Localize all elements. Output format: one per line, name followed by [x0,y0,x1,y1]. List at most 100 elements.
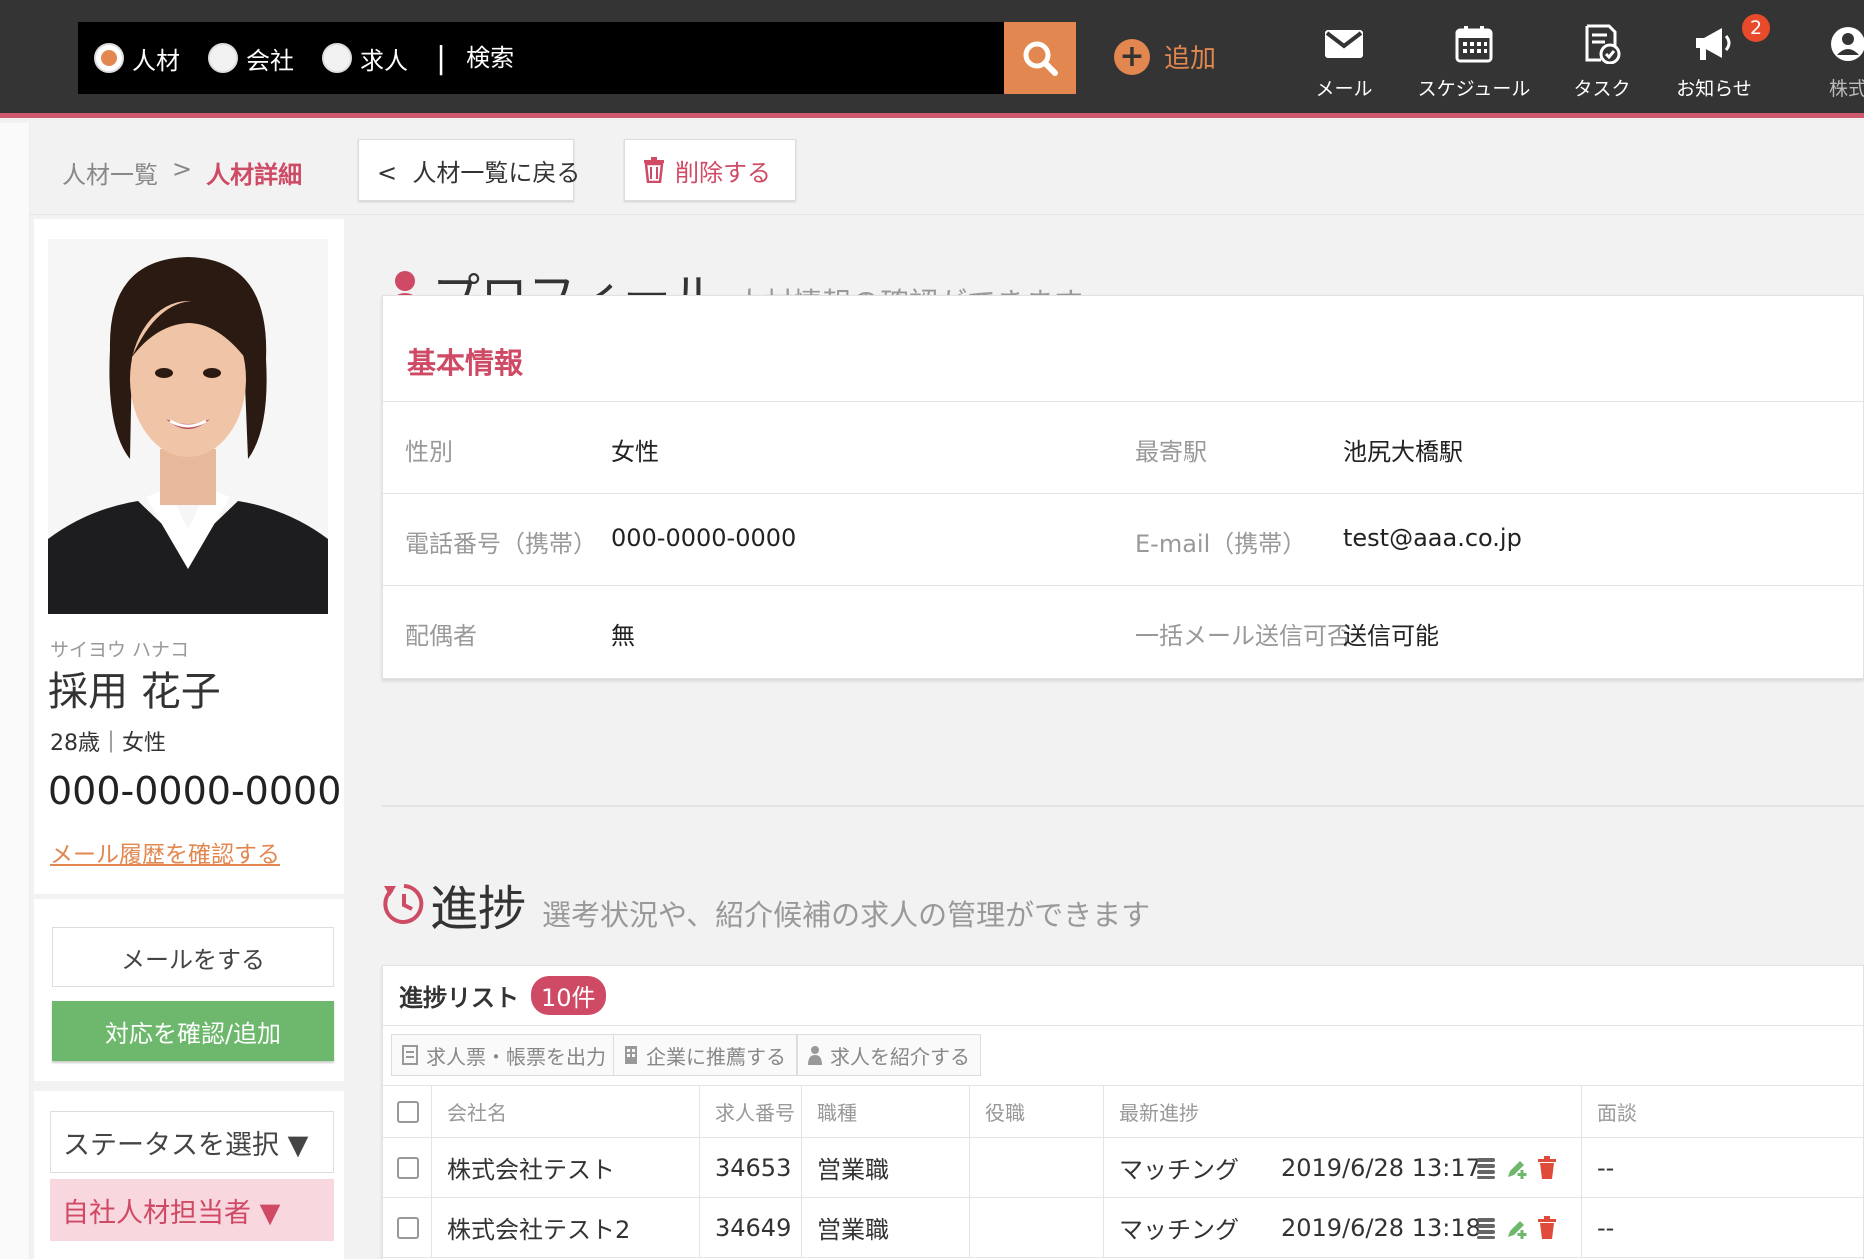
position-cell [971,1138,985,1197]
search-type-label: 人材 [132,46,180,75]
status-select[interactable]: ステータスを選択 ▼ [50,1111,334,1173]
person-photo-illustration [48,239,328,614]
edit-add-icon[interactable] [1505,1216,1529,1240]
search-input[interactable] [466,44,887,72]
edit-add-icon[interactable] [1505,1156,1529,1180]
delete-button[interactable]: 削除する [624,139,796,201]
status-select-label: ステータスを選択 ▼ [63,1129,309,1161]
introduce-job-button[interactable]: 求人を紹介する [797,1034,981,1076]
search-type-job[interactable]: 求人 [322,41,408,76]
info-label: 電話番号（携帯） [405,530,597,558]
progress-toolbar: 求人票・帳票を出力 企業に推薦する 求人を紹介する [383,1026,1863,1086]
breadcrumb-parent[interactable]: 人材一覧 [62,155,158,190]
breadcrumb-separator: > [172,155,193,183]
search-type-talent[interactable]: 人材 [94,41,180,76]
profile-phone: 000-0000-0000 [48,769,342,813]
row-checkbox[interactable] [397,1156,419,1179]
owner-select[interactable]: 自社人材担当者 ▼ [50,1179,334,1241]
add-label: 追加 [1164,44,1217,74]
breadcrumb-row: 人材一覧 > 人材詳細 < 人材一覧に戻る 削除する [30,123,1864,215]
search-type-label: 求人 [360,46,408,75]
back-to-list-button[interactable]: < 人材一覧に戻る [358,139,580,201]
task-icon [1585,24,1621,64]
table-row[interactable]: 株式会社テスト 34653 営業職 マッチング 2019/6/28 13:17 … [383,1138,1863,1198]
profile-photo [48,239,328,614]
search-icon [1023,41,1058,76]
export-sheet-button[interactable]: 求人票・帳票を出力 [391,1034,617,1076]
nav-notice[interactable]: 2 お知らせ [1672,14,1770,101]
back-label: < 人材一覧に戻る [377,158,581,187]
info-label: 性別 [405,438,453,466]
top-header: 人材 会社 求人 | + 追加 メール スケジュール タスク 2 お知ら [0,0,1864,118]
col-header[interactable]: 面談 [1583,1086,1637,1137]
confirm-add-button[interactable]: 対応を確認/追加 [52,1001,334,1061]
progress-section-title: 進捗 選考状況や、紹介候補の求人の管理ができます [382,869,1150,939]
notification-badge: 2 [1742,14,1770,42]
radio-unselected-icon [208,43,238,73]
company-cell[interactable]: 株式会社テスト2 [433,1198,630,1257]
delete-label: 削除する [675,158,771,187]
info-label: E-mail（携帯） [1135,530,1307,558]
nav-schedule[interactable]: スケジュール [1410,22,1538,101]
status-cell: マッチング [1119,1156,1239,1184]
profile-age-gender: 28歳｜女性 [50,731,166,756]
extra-cell: -- [1597,1153,1615,1182]
search-type-label: 会社 [246,46,294,75]
search-button[interactable] [1004,22,1076,94]
person-icon [808,1046,822,1065]
info-row: 配偶者 無 一括メール送信可否 送信可能 [383,586,1863,678]
nav-mail[interactable]: メール [1304,22,1384,101]
send-mail-label: メールをする [121,945,265,974]
extra-cell: -- [1597,1213,1615,1242]
profile-sidebar: サイヨウ ハナコ 採用 花子 28歳｜女性 000-0000-0000 メール履… [30,215,348,1259]
profile-card: サイヨウ ハナコ 採用 花子 28歳｜女性 000-0000-0000 メール履… [34,219,344,894]
row-actions [1469,1198,1557,1257]
progress-table: 会社名 求人番号 職種 役職 最新進捗 面談 株式会社テスト 34653 営業職… [383,1086,1863,1258]
search-bar: 人材 会社 求人 | [78,22,1004,94]
progress-title: 進捗 [430,881,527,937]
search-type-company[interactable]: 会社 [208,41,294,76]
company-cell[interactable]: 株式会社テスト [433,1138,615,1197]
col-header[interactable]: 会社名 [433,1086,507,1137]
add-button[interactable]: + 追加 [1114,38,1216,75]
select-all-cell [383,1086,431,1137]
building-icon [625,1046,637,1064]
col-header[interactable]: 役職 [971,1086,1025,1137]
trash-icon[interactable] [1537,1215,1557,1240]
confirm-add-label: 対応を確認/追加 [104,1019,282,1048]
action-card: メールをする 対応を確認/追加 [34,899,344,1081]
section-divider [382,805,1864,807]
progress-list-title: 進捗リスト [399,984,519,1012]
col-header[interactable]: 職種 [803,1086,857,1137]
row-checkbox[interactable] [397,1216,419,1239]
megaphone-icon [1696,28,1731,60]
trash-icon[interactable] [1537,1155,1557,1180]
select-all-checkbox[interactable] [397,1100,419,1123]
info-row: 性別 女性 最寄駅 池尻大橋駅 [383,402,1863,494]
send-mail-button[interactable]: メールをする [52,927,334,987]
nav-task[interactable]: タスク [1566,22,1638,101]
main-content: プロフィール 人材情報の確認ができます 基本情報 性別 女性 最寄駅 池尻大橋駅… [348,215,1864,1259]
col-header[interactable]: 最新進捗 [1105,1086,1199,1137]
tool-label: 求人票・帳票を出力 [426,1044,606,1069]
profile-kana: サイヨウ ハナコ [50,639,190,661]
history-stack-icon[interactable] [1475,1156,1497,1180]
basic-info-title: 基本情報 [383,296,1863,402]
tool-label: 企業に推薦する [646,1044,786,1069]
job-number-cell: 34649 [715,1213,792,1242]
nav-account[interactable]: 株式 [1818,22,1864,101]
history-stack-icon[interactable] [1475,1216,1497,1240]
info-value: test@aaa.co.jp [1343,524,1522,552]
tool-label: 求人を紹介する [830,1044,970,1069]
progress-clock-icon [383,884,424,924]
basic-info-card: 基本情報 性別 女性 最寄駅 池尻大橋駅 電話番号（携帯） 000-0000-0… [382,295,1864,679]
info-label: 最寄駅 [1135,438,1207,466]
col-header[interactable]: 求人番号 [701,1086,795,1137]
mail-history-link[interactable]: メール履歴を確認する [50,835,280,869]
table-row[interactable]: 株式会社テスト2 34649 営業職 マッチング 2019/6/28 13:18… [383,1198,1863,1258]
datetime-cell: 2019/6/28 13:17 [1281,1153,1481,1182]
recommend-company-button[interactable]: 企業に推薦する [613,1034,797,1076]
trash-icon [644,157,664,183]
plus-icon: + [1114,38,1150,75]
progress-count-badge: 10件 [531,976,606,1015]
